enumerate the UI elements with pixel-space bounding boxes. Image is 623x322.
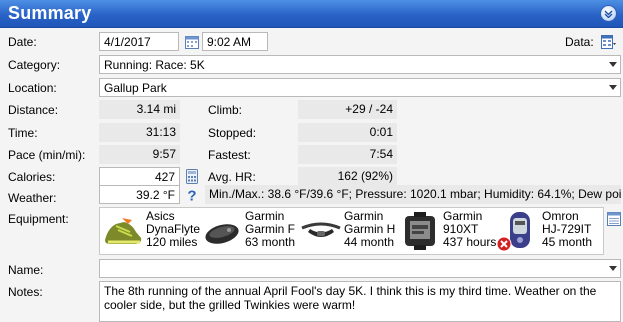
category-value: Running: Race: 5K	[104, 58, 205, 72]
time-label: Time:	[8, 126, 38, 140]
dropdown-arrow-icon[interactable]	[609, 85, 617, 90]
equipment-usage: 45 month	[542, 235, 593, 249]
equipment-usage: 437 hours	[443, 235, 497, 249]
equipment-item[interactable]: Omron HJ-729IT 45 month	[496, 208, 595, 254]
notes-textarea[interactable]: The 8th running of the annual April Fool…	[99, 281, 621, 322]
pace-label: Pace (min/mi):	[8, 148, 86, 162]
location-dropdown[interactable]: Gallup Park	[99, 78, 621, 97]
fastest-label: Fastest:	[208, 148, 251, 162]
calendar-icon[interactable]	[183, 33, 200, 50]
equipment-usage: 44 month	[344, 235, 395, 249]
dropdown-arrow-icon[interactable]	[609, 62, 617, 67]
equipment-list-icon[interactable]	[605, 210, 622, 227]
data-grid-icon[interactable]	[599, 33, 617, 50]
distance-label: Distance:	[8, 103, 59, 117]
equipment-usage: 63 month	[245, 235, 296, 249]
hr-strap-icon	[300, 210, 342, 252]
location-value: Gallup Park	[104, 81, 167, 95]
footpod-icon	[201, 210, 243, 252]
name-label: Name:	[8, 263, 44, 277]
equipment-list[interactable]: Asics DynaFlyte 120 miles Garmin Garmin …	[99, 207, 604, 255]
weather-label: Weather:	[8, 191, 57, 205]
stopped-label: Stopped:	[208, 126, 257, 140]
chevron-down-icon[interactable]	[600, 5, 617, 22]
equipment-item[interactable]: Asics DynaFlyte 120 miles	[100, 208, 200, 254]
pace-value: 9:57	[99, 145, 180, 164]
climb-value: +29 / -24	[298, 100, 397, 119]
date-label: Date:	[8, 35, 37, 49]
equipment-item[interactable]: Garmin Garmin F 63 month	[199, 208, 298, 254]
climb-label: Climb:	[208, 103, 243, 117]
calories-field[interactable]: 427	[99, 167, 180, 186]
retired-icon	[496, 236, 512, 252]
calories-label: Calories:	[8, 170, 56, 184]
weather-details: Min./Max.: 38.6 °F/39.6 °F; Pressure: 10…	[205, 185, 621, 204]
avg-hr-value: 162 (92%)	[298, 167, 397, 186]
stopped-value: 0:01	[298, 123, 397, 142]
equipment-label: Equipment:	[8, 212, 69, 226]
location-label: Location:	[8, 81, 57, 95]
equipment-item[interactable]: Garmin Garmin H 44 month	[298, 208, 397, 254]
name-dropdown[interactable]	[99, 259, 621, 278]
dropdown-arrow-icon[interactable]	[609, 266, 617, 271]
time-value: 31:13	[99, 123, 180, 142]
panel-title: Summary	[8, 3, 92, 23]
weather-temp-field[interactable]: 39.2 °F	[99, 185, 180, 204]
time-field[interactable]: 9:02 AM	[202, 32, 268, 51]
calculator-icon[interactable]	[183, 167, 200, 186]
data-label: Data:	[565, 35, 594, 49]
date-field[interactable]: 4/1/2017	[99, 32, 179, 51]
svg-text:?: ?	[187, 187, 196, 203]
fastest-value: 7:54	[298, 145, 397, 164]
equipment-usage: 120 miles	[146, 235, 198, 249]
watch-icon	[399, 210, 441, 252]
shoe-icon	[102, 210, 144, 252]
distance-value: 3.14 mi	[99, 100, 180, 119]
equipment-item[interactable]: Garmin 910XT 437 hours	[397, 208, 497, 254]
summary-header[interactable]: Summary	[0, 0, 623, 28]
category-label: Category:	[8, 58, 61, 72]
category-dropdown[interactable]: Running: Race: 5K	[99, 55, 621, 74]
avg-hr-label: Avg. HR:	[208, 170, 256, 184]
notes-label: Notes:	[8, 285, 43, 299]
help-icon[interactable]: ?	[183, 186, 200, 203]
